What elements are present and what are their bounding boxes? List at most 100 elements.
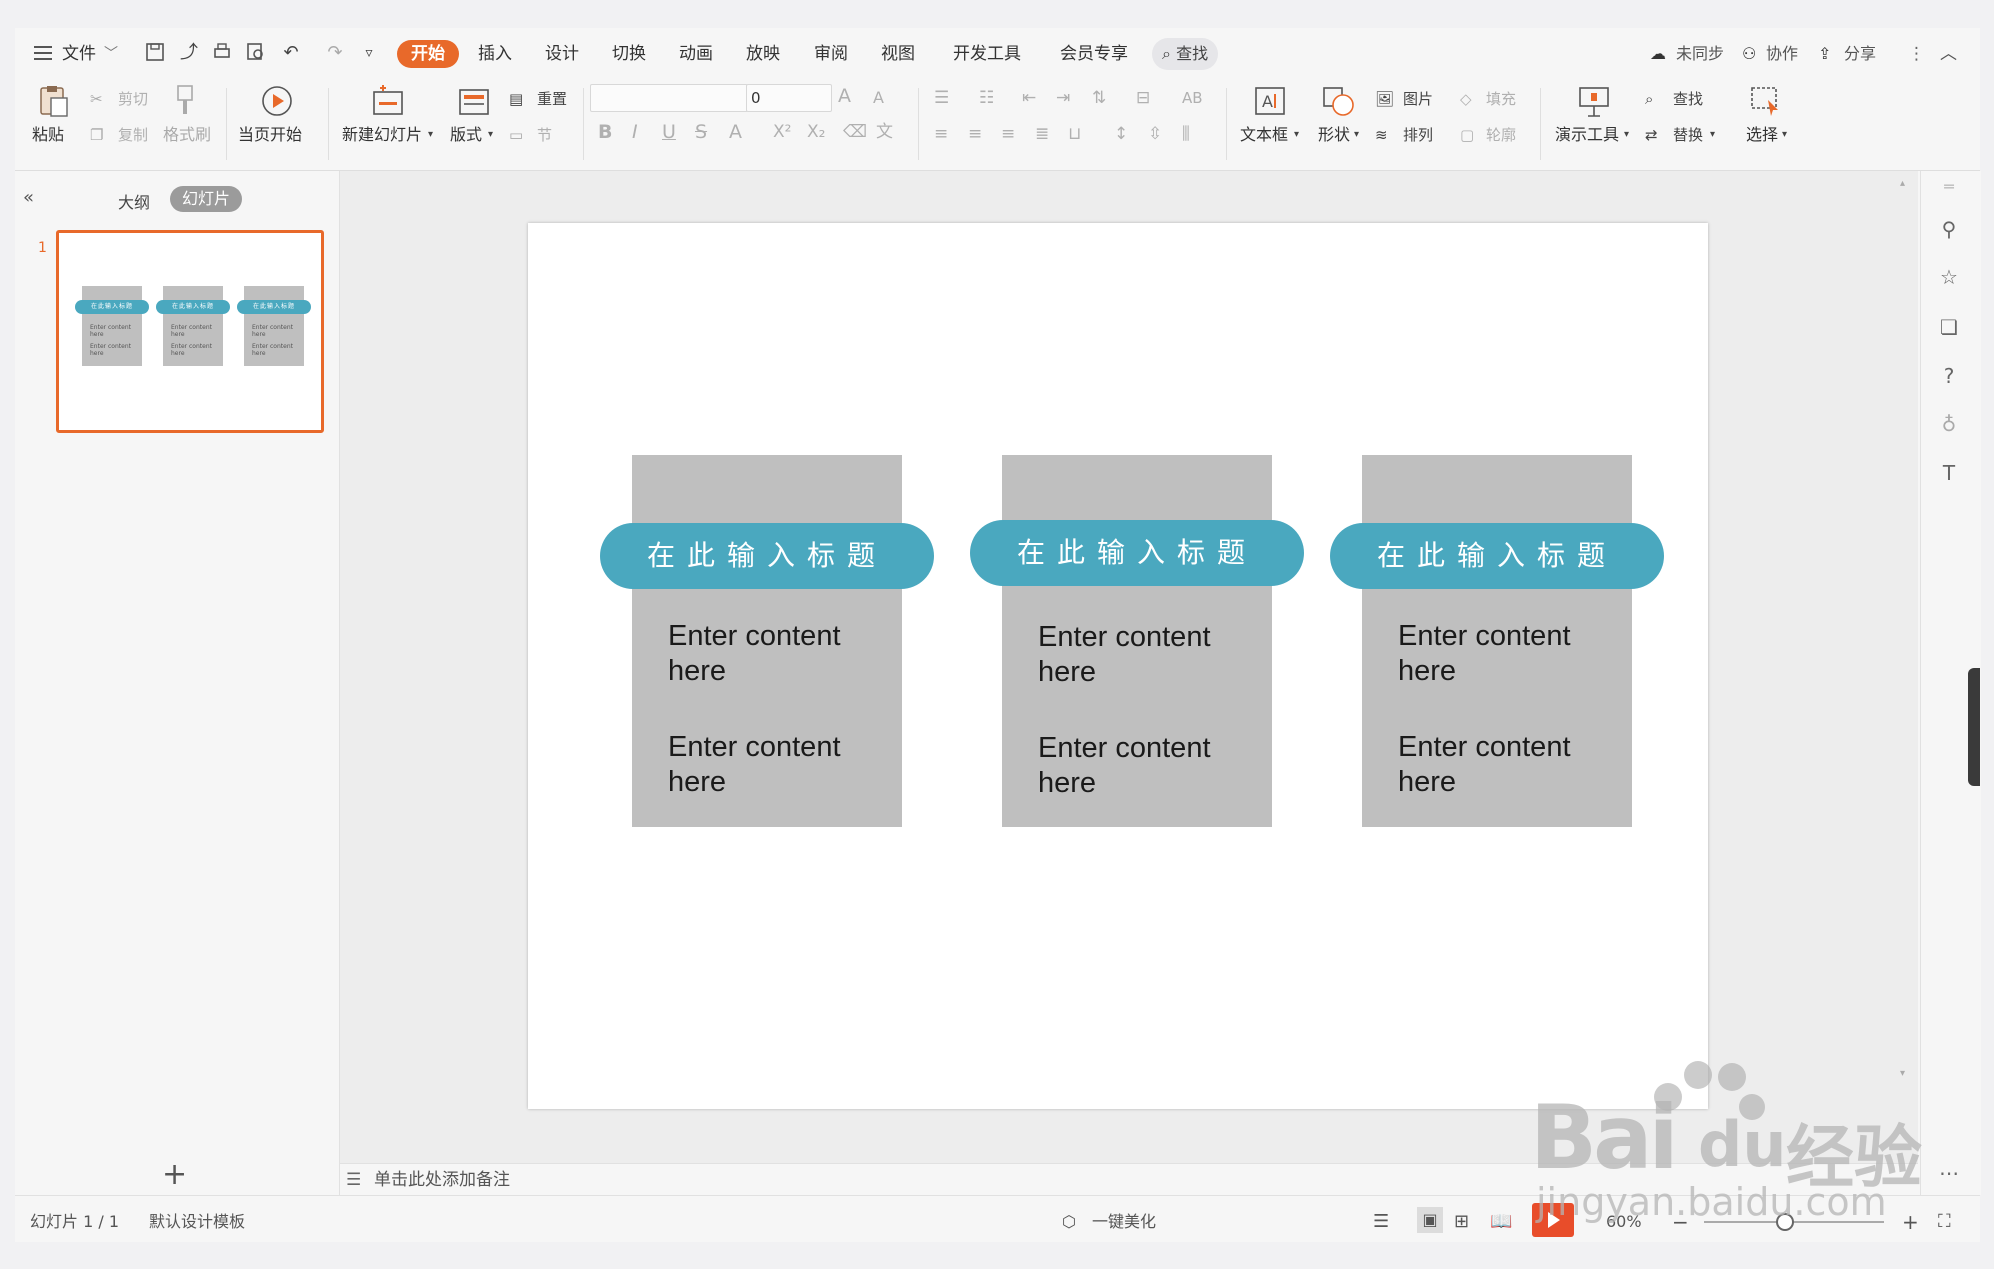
slide-canvas[interactable]: 在此输入标题 在此输入标题 在此输入标题 Enter content here … — [528, 223, 1708, 1109]
select-button[interactable]: 选择 — [1746, 125, 1778, 145]
paragraph-spacing-icon[interactable]: ⇳ — [1148, 124, 1162, 144]
card-text[interactable]: Enter content here — [668, 619, 878, 689]
column-icon[interactable]: ⫼ — [1182, 124, 1190, 144]
dropdown-arrow-icon[interactable]: ▾ — [428, 125, 433, 145]
increase-font-icon[interactable]: A — [838, 86, 851, 106]
line-spacing-icon[interactable]: ↕ — [1114, 124, 1128, 144]
arrange-icon[interactable]: ≋ — [1375, 125, 1388, 145]
dropdown-arrow-icon[interactable]: ▾ — [1782, 125, 1787, 145]
print-icon[interactable] — [211, 42, 233, 64]
notes-placeholder[interactable]: 单击此处添加备注 — [374, 1164, 510, 1196]
bold-icon[interactable]: B — [598, 122, 612, 142]
select-icon[interactable] — [1748, 84, 1784, 118]
layout-button[interactable]: 版式 — [450, 125, 482, 145]
properties-icon[interactable]: ⚲ — [1936, 216, 1962, 242]
align-left-icon[interactable]: ≡ — [934, 124, 948, 144]
new-slide-icon[interactable] — [370, 84, 406, 118]
collab-icon[interactable]: ⚇ — [1742, 42, 1756, 66]
outline-button[interactable]: 轮廓 — [1486, 125, 1516, 145]
template-name[interactable]: 默认设计模板 — [149, 1212, 245, 1232]
export-icon[interactable]: ⤴ — [178, 42, 200, 64]
numbered-list-icon[interactable]: ☷ — [979, 88, 994, 108]
card-text[interactable]: Enter content here — [1038, 620, 1248, 690]
replace-button[interactable]: 替换 — [1673, 125, 1703, 145]
fill-icon[interactable]: ◇ — [1460, 89, 1472, 109]
beautify-button[interactable]: 一键美化 — [1092, 1212, 1156, 1232]
justify-icon[interactable]: ≣ — [1035, 124, 1049, 144]
save-icon[interactable] — [144, 42, 166, 64]
play-from-current-button[interactable]: 当页开始 — [238, 125, 302, 145]
presentation-tools-icon[interactable] — [1576, 84, 1612, 118]
font-color-icon[interactable]: A — [729, 122, 742, 142]
play-icon[interactable] — [259, 84, 295, 118]
text-direction-icon[interactable]: ⇅ — [1092, 88, 1106, 108]
align-center-icon[interactable]: ≡ — [968, 124, 982, 144]
favorites-icon[interactable]: ☆ — [1936, 264, 1962, 290]
reading-view-icon[interactable]: 📖 — [1490, 1212, 1512, 1232]
normal-view-icon[interactable]: ▣ — [1417, 1207, 1443, 1233]
redo-icon[interactable]: ↷ — [324, 42, 346, 64]
tab-outline[interactable]: 大纲 — [118, 189, 150, 213]
find-icon[interactable]: ⌕ — [1645, 89, 1653, 109]
tab-developer[interactable]: 开发工具 — [953, 42, 1021, 66]
sync-status[interactable]: 未同步 — [1676, 42, 1724, 66]
card-text[interactable]: Enter content here — [668, 730, 878, 800]
search-button[interactable]: ⌕ 查找 — [1152, 38, 1219, 70]
fill-button[interactable]: 填充 — [1486, 89, 1516, 109]
bullet-list-icon[interactable]: ☰ — [934, 88, 949, 108]
decrease-font-icon[interactable]: A — [873, 88, 884, 108]
tab-home[interactable]: 开始 — [397, 40, 459, 68]
card-text[interactable]: Enter content here — [1038, 731, 1248, 801]
distribute-icon[interactable]: ⊔ — [1068, 124, 1081, 144]
menu-hamburger-icon[interactable] — [34, 44, 54, 62]
dropdown-arrow-icon[interactable]: ▾ — [488, 125, 493, 145]
subscript-icon[interactable]: X₂ — [807, 122, 825, 142]
sorter-view-icon[interactable]: ⊞ — [1454, 1212, 1469, 1232]
section-button[interactable]: 节 — [537, 125, 552, 145]
paste-icon[interactable] — [35, 84, 71, 118]
tab-slides[interactable]: 幻灯片 — [170, 186, 243, 212]
lightbulb-icon[interactable]: ♁ — [1936, 411, 1962, 437]
collab-button[interactable]: 协作 — [1766, 42, 1798, 66]
side-tab-handle[interactable] — [1968, 668, 1980, 786]
decrease-indent-icon[interactable]: ⇤ — [1022, 88, 1036, 108]
textbox-icon[interactable]: A — [1252, 84, 1288, 118]
dropdown-arrow-icon[interactable]: ▾ — [1294, 125, 1299, 145]
share-button[interactable]: 分享 — [1844, 42, 1876, 66]
collapse-ribbon-icon[interactable]: ︿ — [1940, 42, 1957, 66]
copy-icon[interactable]: ❐ — [90, 125, 103, 145]
strikethrough-icon[interactable]: S — [695, 122, 707, 142]
presentation-tools-button[interactable]: 演示工具 — [1555, 125, 1619, 145]
new-slide-button[interactable]: 新建幻灯片 — [342, 125, 422, 145]
dropdown-arrow-icon[interactable]: ▾ — [1354, 125, 1359, 145]
print-preview-icon[interactable] — [245, 42, 267, 64]
file-menu[interactable]: 文件 — [62, 42, 96, 66]
textbox-button[interactable]: 文本框 — [1240, 125, 1288, 145]
copy-layer-icon[interactable]: ❏ — [1936, 314, 1962, 340]
section-icon[interactable]: ▭ — [509, 125, 523, 145]
convert-smartart-icon[interactable]: AB — [1182, 88, 1203, 108]
font-family-select[interactable] — [590, 84, 748, 112]
help-icon[interactable]: ? — [1936, 363, 1962, 389]
shape-button[interactable]: 形状 — [1318, 125, 1350, 145]
format-painter-button[interactable]: 格式刷 — [163, 125, 211, 145]
card-title[interactable]: 在此输入标题 — [1330, 523, 1664, 589]
add-slide-icon[interactable]: + — [162, 1160, 187, 1190]
dropdown-arrow-icon[interactable]: ▾ — [1710, 125, 1715, 145]
dropdown-arrow-icon[interactable]: ▾ — [1624, 125, 1629, 145]
reset-icon[interactable]: ▤ — [509, 89, 523, 109]
tab-review[interactable]: 审阅 — [814, 42, 848, 66]
copy-button[interactable]: 复制 — [118, 125, 148, 145]
tab-slideshow[interactable]: 放映 — [746, 42, 780, 66]
collapse-panel-icon[interactable]: « — [23, 187, 34, 208]
tab-member[interactable]: 会员专享 — [1060, 42, 1128, 66]
card-title[interactable]: 在此输入标题 — [600, 523, 934, 589]
cut-icon[interactable]: ✂ — [90, 89, 103, 109]
outline-icon[interactable]: ▢ — [1460, 125, 1474, 145]
cloud-sync-icon[interactable]: ☁ — [1650, 42, 1666, 66]
share-icon[interactable]: ⇪ — [1818, 42, 1831, 66]
eraser-icon[interactable]: ⌫ — [843, 122, 867, 142]
increase-indent-icon[interactable]: ⇥ — [1056, 88, 1070, 108]
paste-button[interactable]: 粘贴 — [32, 125, 64, 145]
more-vertical-icon[interactable]: ⋮ — [1908, 42, 1925, 66]
